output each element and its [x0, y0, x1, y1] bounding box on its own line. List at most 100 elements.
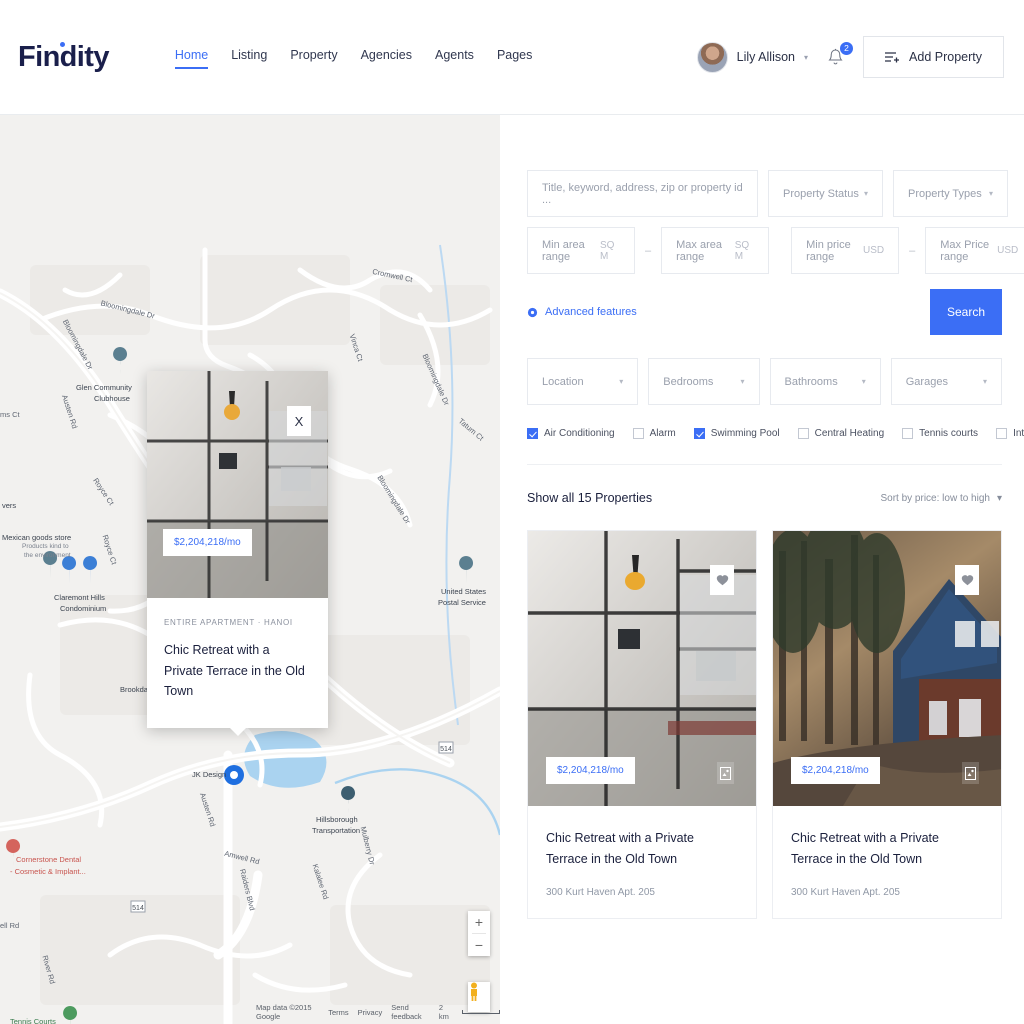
map-feedback-link[interactable]: Send feedback	[391, 1003, 430, 1021]
price-range-dash: –	[909, 227, 915, 274]
main-navigation: Home Listing Property Agencies Agents Pa…	[175, 48, 533, 67]
nav-item-listing[interactable]: Listing	[231, 48, 267, 67]
chevron-down-icon: ▾	[997, 493, 1002, 504]
map-panel[interactable]: 514 514	[0, 115, 500, 1024]
checkbox-label: Tennis courts	[919, 428, 978, 439]
location-select[interactable]: Location ▾	[527, 358, 638, 405]
max-area-input[interactable]: Max area range SQ M	[661, 227, 769, 274]
max-price-placeholder: Max Price range	[940, 239, 997, 263]
price-unit-label: USD	[863, 245, 884, 256]
property-title[interactable]: Chic Retreat with a Private Terrace in t…	[791, 828, 983, 871]
checkbox-icon[interactable]	[902, 428, 913, 439]
search-row-filters: Location ▾ Bedrooms ▾ Bathrooms ▾ Garage…	[527, 358, 1002, 405]
advanced-features-link[interactable]: Advanced features	[527, 306, 637, 318]
gallery-icon[interactable]	[962, 762, 979, 784]
bathrooms-select[interactable]: Bathrooms ▾	[770, 358, 881, 405]
garages-label: Garages	[906, 376, 948, 388]
checkbox-icon[interactable]	[694, 428, 705, 439]
property-card[interactable]: $2,204,218/mo Chic Retreat with a Privat…	[772, 530, 1002, 919]
map-property-popup[interactable]: X $2,204,218/mo ENTIRE APARTMENT · HANOI…	[147, 371, 328, 728]
checkbox-icon[interactable]	[798, 428, 809, 439]
property-status-label: Property Status	[783, 188, 859, 200]
bedrooms-select[interactable]: Bedrooms ▾	[648, 358, 759, 405]
nav-item-agencies[interactable]: Agencies	[361, 48, 412, 67]
notification-badge: 2	[839, 41, 854, 56]
popup-title[interactable]: Chic Retreat with a Private Terrace in t…	[164, 640, 311, 702]
checkbox-tennis-courts[interactable]: Tennis courts	[902, 428, 978, 439]
property-card[interactable]: $2,204,218/mo Chic Retreat with a Privat…	[527, 530, 757, 919]
chevron-down-icon: ▾	[619, 377, 623, 386]
property-types-select[interactable]: Property Types ▾	[893, 170, 1008, 217]
property-types-label: Property Types	[908, 188, 982, 200]
bathrooms-label: Bathrooms	[785, 376, 838, 388]
property-status-select[interactable]: Property Status ▾	[768, 170, 883, 217]
nav-item-property[interactable]: Property	[290, 48, 337, 67]
nav-item-pages[interactable]: Pages	[497, 48, 532, 67]
keyword-search-input[interactable]: Title, keyword, address, zip or property…	[527, 170, 758, 217]
checkbox-label: Air Conditioning	[544, 428, 615, 439]
checkbox-central-heating[interactable]: Central Heating	[798, 428, 884, 439]
map-terms-link[interactable]: Terms	[328, 1008, 348, 1017]
map-attribution: Map data ©2015 Google Terms Privacy Send…	[0, 1003, 500, 1021]
search-row-ranges: Min area range SQ M – Max area range SQ …	[527, 227, 1002, 274]
sort-label: Sort by price: low to high	[880, 493, 990, 504]
checkbox-icon[interactable]	[996, 428, 1007, 439]
map-scale-label: 2 km	[439, 1003, 452, 1021]
checkbox-air-conditioning[interactable]: Air Conditioning	[527, 428, 615, 439]
site-header: Findity Home Listing Property Agencies A…	[0, 0, 1024, 115]
favorite-button[interactable]	[710, 565, 734, 595]
gallery-icon[interactable]	[717, 762, 734, 784]
chevron-down-icon: ▾	[862, 377, 866, 386]
property-image[interactable]: $2,204,218/mo	[528, 531, 756, 806]
nav-item-agents[interactable]: Agents	[435, 48, 474, 67]
avatar	[697, 42, 728, 73]
favorite-button[interactable]	[955, 565, 979, 595]
popup-price-badge: $2,204,218/mo	[163, 529, 252, 556]
map-scale-bar	[462, 1010, 500, 1014]
popup-body: ENTIRE APARTMENT · HANOI Chic Retreat wi…	[147, 598, 328, 728]
checkbox-swimming-pool[interactable]: Swimming Pool	[694, 428, 780, 439]
popup-close-button[interactable]: X	[287, 406, 311, 436]
checkbox-internet[interactable]: Internet	[996, 428, 1024, 439]
garages-select[interactable]: Garages ▾	[891, 358, 1002, 405]
logo[interactable]: Findity	[18, 41, 113, 74]
zoom-out-button[interactable]: −	[468, 934, 490, 956]
nav-item-home[interactable]: Home	[175, 48, 208, 67]
checkbox-icon[interactable]	[527, 428, 538, 439]
photos-icon	[720, 767, 731, 780]
chevron-down-icon: ▾	[989, 189, 993, 198]
advanced-features-label: Advanced features	[545, 306, 637, 318]
map-data-attribution: Map data ©2015 Google	[256, 1003, 319, 1021]
search-button[interactable]: Search	[930, 289, 1002, 335]
area-unit-label: SQ M	[735, 240, 754, 262]
property-address: 300 Kurt Haven Apt. 205	[546, 887, 738, 898]
property-card-body: Chic Retreat with a Private Terrace in t…	[773, 806, 1001, 918]
min-price-input[interactable]: Min price range USD	[791, 227, 899, 274]
header-actions: Lily Allison ▾ 2 Add Property	[697, 36, 1004, 78]
heart-icon	[716, 574, 729, 586]
max-price-input[interactable]: Max Price range USD	[925, 227, 1024, 274]
min-area-input[interactable]: Min area range SQ M	[527, 227, 635, 274]
bedrooms-label: Bedrooms	[663, 376, 713, 388]
pegman-icon	[468, 982, 480, 1002]
property-card-body: Chic Retreat with a Private Terrace in t…	[528, 806, 756, 918]
map-privacy-link[interactable]: Privacy	[358, 1008, 383, 1017]
property-title[interactable]: Chic Retreat with a Private Terrace in t…	[546, 828, 738, 871]
min-price-placeholder: Min price range	[806, 239, 863, 263]
popup-image: X $2,204,218/mo	[147, 371, 328, 598]
checkbox-alarm[interactable]: Alarm	[633, 428, 676, 439]
checkbox-label: Alarm	[650, 428, 676, 439]
checkbox-icon[interactable]	[633, 428, 644, 439]
search-panel: Title, keyword, address, zip or property…	[500, 115, 1024, 1024]
property-image[interactable]: $2,204,218/mo	[773, 531, 1001, 806]
results-toolbar: Show all 15 Properties Sort by price: lo…	[527, 491, 1002, 505]
zoom-in-button[interactable]: +	[468, 911, 490, 933]
sort-select[interactable]: Sort by price: low to high ▾	[880, 493, 1002, 504]
user-menu[interactable]: Lily Allison ▾	[697, 42, 808, 73]
add-property-button[interactable]: Add Property	[863, 36, 1004, 78]
property-address: 300 Kurt Haven Apt. 205	[791, 887, 983, 898]
notifications-button[interactable]: 2	[824, 46, 847, 69]
min-area-placeholder: Min area range	[542, 239, 600, 263]
map-zoom-controls[interactable]: + −	[468, 911, 490, 956]
results-count-label[interactable]: Show all 15 Properties	[527, 491, 652, 505]
